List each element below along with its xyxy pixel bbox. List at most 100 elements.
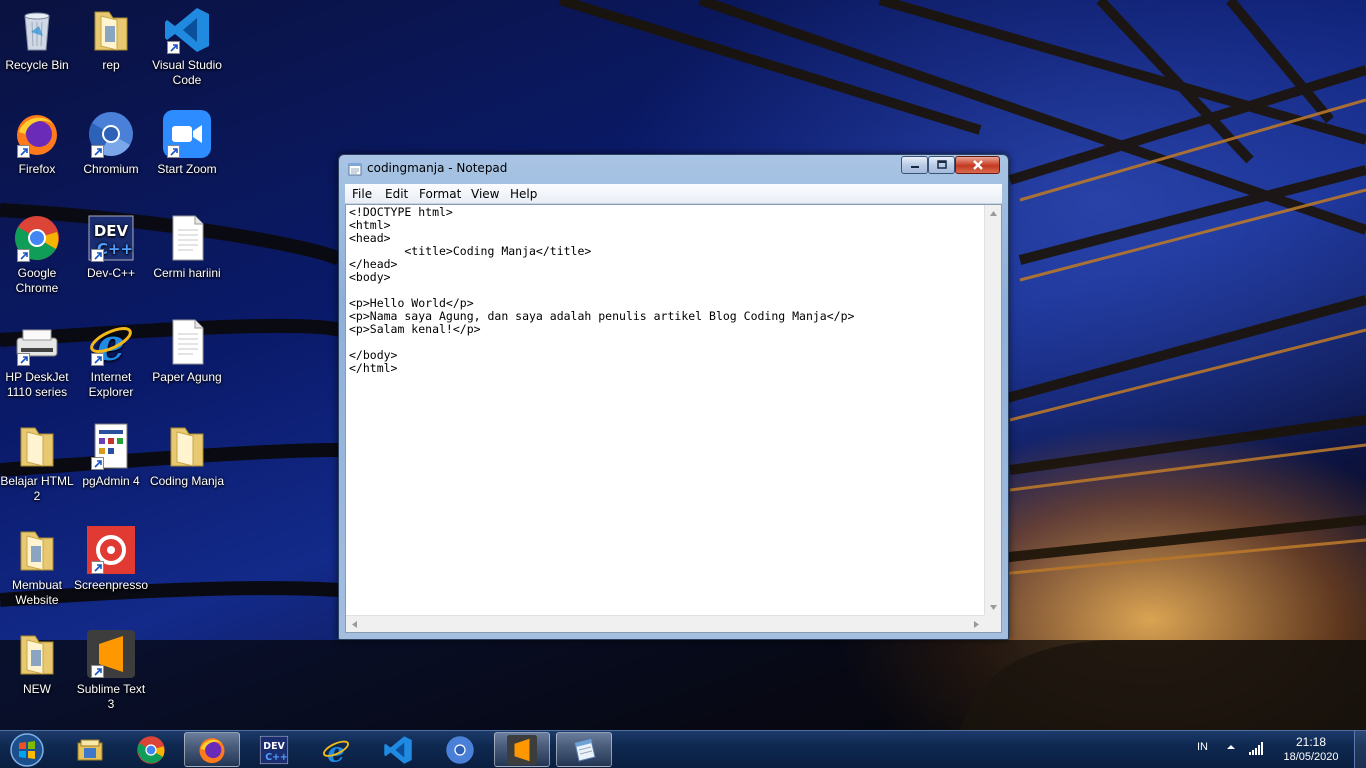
- shortcut-arrow-icon: [91, 665, 104, 678]
- icon-label: Coding Manja: [149, 474, 225, 488]
- firefox-icon: [199, 737, 225, 763]
- shortcut-arrow-icon: [167, 145, 180, 158]
- icon-label: Membuat Website: [11, 578, 63, 607]
- shortcut-arrow-icon: [91, 561, 104, 574]
- desktop-icon-google-chrome[interactable]: Google Chrome: [0, 214, 75, 296]
- folder-icon: [170, 427, 204, 467]
- taskbar-internet-explorer[interactable]: e: [308, 732, 364, 767]
- desktop-icon-firefox[interactable]: Firefox: [0, 110, 75, 177]
- dev-cpp-icon: DEVC++: [259, 735, 289, 764]
- text-editor-area[interactable]: <!DOCTYPE html> <html> <head> <title>Cod…: [345, 204, 1002, 633]
- menu-edit[interactable]: Edit: [385, 187, 408, 201]
- desktop-icon-recycle-bin[interactable]: Recycle Bin: [0, 6, 75, 73]
- shortcut-arrow-icon: [17, 249, 30, 262]
- desktop-icon-dev-cpp[interactable]: DEV C++ Dev-C++: [73, 214, 149, 281]
- desktop-icon-screenpresso[interactable]: Screenpresso: [73, 526, 149, 593]
- shortcut-arrow-icon: [167, 41, 180, 54]
- vertical-scrollbar[interactable]: [984, 205, 1001, 616]
- scroll-up-icon[interactable]: [985, 205, 1002, 222]
- folder-icon: [94, 11, 128, 51]
- icon-label: Recycle Bin: [5, 58, 69, 72]
- maximize-button[interactable]: [928, 156, 955, 174]
- minimize-button[interactable]: [901, 156, 928, 174]
- notepad-icon: [574, 737, 596, 762]
- icon-label: rep: [102, 58, 120, 72]
- desktop-icon-new[interactable]: NEW: [0, 630, 75, 697]
- chrome-icon: [137, 735, 165, 764]
- resize-grip-icon[interactable]: [984, 615, 1001, 632]
- scroll-right-icon[interactable]: [968, 616, 985, 633]
- icon-label: Firefox: [18, 162, 56, 176]
- desktop-icon-start-zoom[interactable]: Start Zoom: [149, 110, 225, 177]
- document-text[interactable]: <!DOCTYPE html> <html> <head> <title>Cod…: [349, 206, 985, 616]
- shortcut-arrow-icon: [17, 353, 30, 366]
- desktop-icon-internet-explorer[interactable]: e Internet Explorer: [73, 318, 149, 400]
- taskbar-notepad[interactable]: [556, 732, 612, 767]
- taskbar-sublime-text[interactable]: [494, 732, 550, 767]
- icon-label: Chromium: [83, 162, 139, 176]
- taskbar-dev-cpp[interactable]: DEV C++: [246, 732, 302, 767]
- menu-file[interactable]: File: [352, 187, 372, 201]
- desktop-icon-sublime-text-3[interactable]: Sublime Text 3: [73, 630, 149, 712]
- taskbar-explorer[interactable]: [62, 732, 118, 767]
- desktop-icon-pgadmin-4[interactable]: pgAdmin 4: [73, 422, 149, 489]
- icon-label: Google Chrome: [15, 266, 59, 295]
- text-file-icon: [172, 319, 204, 365]
- show-hidden-icons-icon[interactable]: [1226, 742, 1236, 752]
- icon-label: Internet Explorer: [88, 370, 134, 399]
- desktop-icon-cermi-hariini[interactable]: Cermi hariini: [149, 214, 225, 281]
- taskbar-firefox[interactable]: [184, 732, 240, 767]
- icon-label: Dev-C++: [86, 266, 136, 280]
- windows-orb-icon: [10, 733, 44, 767]
- window-titlebar[interactable]: codingmanja - Notepad: [339, 155, 1008, 181]
- start-button[interactable]: [4, 732, 50, 768]
- language-indicator[interactable]: IN: [1197, 741, 1208, 753]
- icon-label: Belajar HTML 2: [0, 474, 74, 503]
- clock-date[interactable]: 18/05/2020: [1280, 751, 1342, 763]
- icon-label: Screenpresso: [73, 578, 149, 592]
- icon-label: HP DeskJet 1110 series: [5, 370, 69, 399]
- desktop-icon-rep[interactable]: rep: [73, 6, 149, 73]
- folder-icon: [77, 739, 103, 760]
- network-signal-icon[interactable]: [1248, 740, 1264, 756]
- icon-label: Cermi hariini: [153, 266, 221, 280]
- shortcut-arrow-icon: [91, 249, 104, 262]
- close-button[interactable]: [955, 156, 1000, 174]
- chromium-icon: [446, 735, 474, 764]
- scroll-down-icon[interactable]: [985, 599, 1002, 616]
- taskbar: DEV C++ e IN 21:18 18/05/2020: [0, 730, 1366, 768]
- menu-view[interactable]: View: [471, 187, 499, 201]
- icon-label: Sublime Text 3: [76, 682, 146, 711]
- desktop-icon-hp-deskjet[interactable]: HP DeskJet 1110 series: [0, 318, 75, 400]
- desktop-icon-visual-studio-code[interactable]: Visual Studio Code: [149, 6, 225, 88]
- notepad-icon: [348, 163, 362, 176]
- window-title: codingmanja - Notepad: [367, 161, 508, 175]
- desktop-icon-chromium[interactable]: Chromium: [73, 110, 149, 177]
- desktop-icon-membuat-website[interactable]: Membuat Website: [0, 526, 75, 608]
- sublime-text-icon: [507, 734, 537, 765]
- maximize-icon: [936, 160, 947, 169]
- text-file-icon: [172, 215, 204, 261]
- taskbar-chromium[interactable]: [432, 732, 488, 767]
- folder-icon: [20, 531, 54, 571]
- taskbar-vscode[interactable]: [370, 732, 426, 767]
- taskbar-chrome[interactable]: [123, 732, 179, 767]
- desktop-icon-belajar-html-2[interactable]: Belajar HTML 2: [0, 422, 75, 504]
- folder-icon: [20, 427, 54, 467]
- shortcut-arrow-icon: [91, 457, 104, 470]
- vscode-icon: [384, 735, 412, 764]
- show-desktop-button[interactable]: [1354, 731, 1366, 768]
- desktop-icon-coding-manja[interactable]: Coding Manja: [149, 422, 225, 489]
- clock-time[interactable]: 21:18: [1288, 735, 1334, 749]
- icon-label: pgAdmin 4: [82, 474, 140, 488]
- menu-bar: File Edit Format View Help: [345, 184, 1002, 204]
- menu-help[interactable]: Help: [510, 187, 537, 201]
- menu-format[interactable]: Format: [419, 187, 461, 201]
- shortcut-arrow-icon: [91, 353, 104, 366]
- notepad-window[interactable]: codingmanja - Notepad File Edit Format V…: [338, 154, 1009, 640]
- shortcut-arrow-icon: [91, 145, 104, 158]
- horizontal-scrollbar[interactable]: [346, 615, 985, 632]
- scroll-left-icon[interactable]: [346, 616, 363, 633]
- folder-icon: [20, 635, 54, 675]
- desktop-icon-paper-agung[interactable]: Paper Agung: [149, 318, 225, 385]
